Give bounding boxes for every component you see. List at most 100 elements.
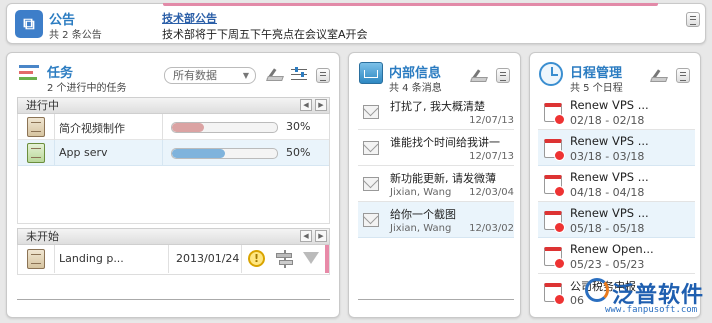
envelope-icon (363, 177, 379, 191)
watermark: 泛普软件 www.fanpusoft.com (585, 275, 707, 319)
task-row[interactable]: 简介视频制作 30% (18, 114, 329, 140)
message-item[interactable]: 新功能更新, 请发微薄 Jixian, Wang 12/03/04 (358, 166, 514, 202)
schedule-item-title: Renew VPS ... (570, 134, 649, 148)
message-title: 谁能找个时间给我讲一 (390, 136, 500, 149)
announcement-text: 技术部将于下周五下午亮点在会议室A开会 (162, 28, 368, 41)
message-item[interactable]: 谁能找个时间给我讲一 12/07/13 (358, 130, 514, 166)
messages-count: 共 4 条消息 (389, 83, 442, 94)
tasks-menu-button[interactable] (316, 68, 330, 83)
messages-panel: 内部信息 共 4 条消息 打扰了, 我大概清楚 12/07/13 谁能找个时间给… (348, 52, 521, 318)
task-percent: 50% (286, 146, 311, 159)
message-item[interactable]: 打扰了, 我大概清楚 12/07/13 (358, 94, 514, 130)
calendar-icon (544, 283, 565, 305)
task-progress-fill (172, 149, 225, 158)
funnel-icon[interactable] (303, 252, 319, 264)
schedule-menu-button[interactable] (676, 68, 690, 83)
not-started-header: 未开始 ◀ ▶ (17, 228, 330, 245)
prev-page-button[interactable]: ◀ (300, 230, 312, 242)
schedule-item-title: Renew VPS ... (570, 170, 649, 184)
prev-page-button[interactable]: ◀ (300, 99, 312, 111)
announcement-panel: ⧉ 公告 共 2 条公告 技术部公告 技术部将于下周五下午亮点在会议室A开会 (6, 3, 706, 44)
watermark-url: www.fanpusoft.com (605, 305, 698, 315)
status-stripe (325, 245, 329, 273)
signpost-icon[interactable] (276, 250, 294, 268)
announcement-link[interactable]: 技术部公告 (162, 10, 217, 26)
task-progress-bar (171, 122, 278, 133)
schedule-item-range: 03/18 - 03/18 (570, 150, 645, 163)
tasks-icon (19, 63, 41, 83)
announcement-progress-strip (163, 3, 658, 6)
task-name: App serv (59, 146, 108, 159)
next-page-button[interactable]: ▶ (315, 99, 327, 111)
clipboard-check-icon (27, 143, 45, 163)
message-item[interactable]: 给你一个截图 Jixian, Wang 12/03/02 (358, 202, 514, 238)
schedule-item-range: 06 (570, 294, 584, 307)
in-progress-label: 进行中 (26, 99, 59, 112)
task-name: Landing p... (59, 252, 124, 265)
broom-icon[interactable] (470, 66, 491, 84)
not-started-label: 未开始 (26, 230, 59, 243)
envelope-icon (363, 141, 379, 155)
calendar-icon (544, 175, 565, 197)
message-date: 12/03/04 (469, 187, 514, 198)
clipboard-icon (27, 117, 45, 137)
schedule-item[interactable]: Renew VPS ... 03/18 - 03/18 (538, 130, 695, 166)
schedule-item[interactable]: Renew VPS ... 04/18 - 04/18 (538, 166, 695, 202)
message-title: 新功能更新, 请发微薄 (390, 172, 496, 185)
next-page-button[interactable]: ▶ (315, 230, 327, 242)
announcement-count: 共 2 条公告 (49, 30, 102, 41)
task-name: 简介视频制作 (59, 122, 125, 135)
schedule-item-range: 05/18 - 05/18 (570, 222, 645, 235)
schedule-item-title: Renew VPS ... (570, 98, 649, 112)
message-title: 打扰了, 我大概清楚 (390, 100, 485, 113)
schedule-item-range: 04/18 - 04/18 (570, 186, 645, 199)
task-row[interactable]: Landing p... 2013/01/24 ! (18, 245, 329, 273)
broom-icon[interactable] (266, 65, 287, 83)
filter-select[interactable]: 所有数据 ▼ (164, 67, 256, 84)
messages-menu-button[interactable] (496, 68, 510, 83)
tasks-panel: 任务 2 个进行中的任务 所有数据 ▼ 进行中 ◀ ▶ 简介视频制作 30% A… (6, 52, 340, 318)
sliders-icon[interactable] (291, 65, 311, 83)
task-row[interactable]: App serv 50% (18, 140, 329, 166)
message-sender: Jixian, Wang (390, 223, 452, 234)
clipboard-icon (27, 249, 45, 269)
schedule-item[interactable]: Renew Open... 05/23 - 05/23 (538, 238, 695, 274)
calendar-icon (544, 211, 565, 233)
tasks-bottom-divider (17, 299, 330, 300)
inbox-icon (359, 62, 383, 84)
task-date: 2013/01/24 (176, 252, 240, 265)
schedule-item-title: Renew Open... (570, 242, 654, 256)
alert-icon[interactable]: ! (248, 250, 265, 267)
calendar-icon (544, 139, 565, 161)
envelope-icon (363, 105, 379, 119)
message-title: 给你一个截图 (390, 208, 456, 221)
filter-select-value: 所有数据 (173, 69, 217, 82)
task-percent: 30% (286, 120, 311, 133)
in-progress-list: 简介视频制作 30% App serv 50% (17, 114, 330, 224)
task-progress-fill (172, 123, 204, 132)
announcement-menu-button[interactable] (686, 12, 700, 27)
message-date: 12/07/13 (469, 151, 514, 162)
schedule-item-range: 05/23 - 05/23 (570, 258, 645, 271)
schedule-item[interactable]: Renew VPS ... 02/18 - 02/18 (538, 94, 695, 130)
schedule-count: 共 5 个日程 (570, 83, 623, 94)
schedule-item[interactable]: Renew VPS ... 05/18 - 05/18 (538, 202, 695, 238)
tasks-count: 2 个进行中的任务 (47, 83, 127, 94)
broom-icon[interactable] (650, 66, 671, 84)
schedule-item-title: Renew VPS ... (570, 206, 649, 220)
schedule-item-range: 02/18 - 02/18 (570, 114, 645, 127)
envelope-icon (363, 213, 379, 227)
visual-studio-icon: ⧉ (15, 10, 43, 38)
calendar-icon (544, 247, 565, 269)
message-date: 12/03/02 (469, 223, 514, 234)
calendar-icon (544, 103, 565, 125)
chevron-down-icon: ▼ (242, 71, 249, 80)
messages-bottom-divider (358, 299, 514, 300)
not-started-list: Landing p... 2013/01/24 ! (17, 245, 330, 275)
task-progress-bar (171, 148, 278, 159)
message-sender: Jixian, Wang (390, 187, 452, 198)
watermark-logo-icon (585, 278, 609, 302)
message-date: 12/07/13 (469, 115, 514, 126)
clock-calendar-icon (539, 62, 563, 86)
in-progress-header: 进行中 ◀ ▶ (17, 97, 330, 114)
